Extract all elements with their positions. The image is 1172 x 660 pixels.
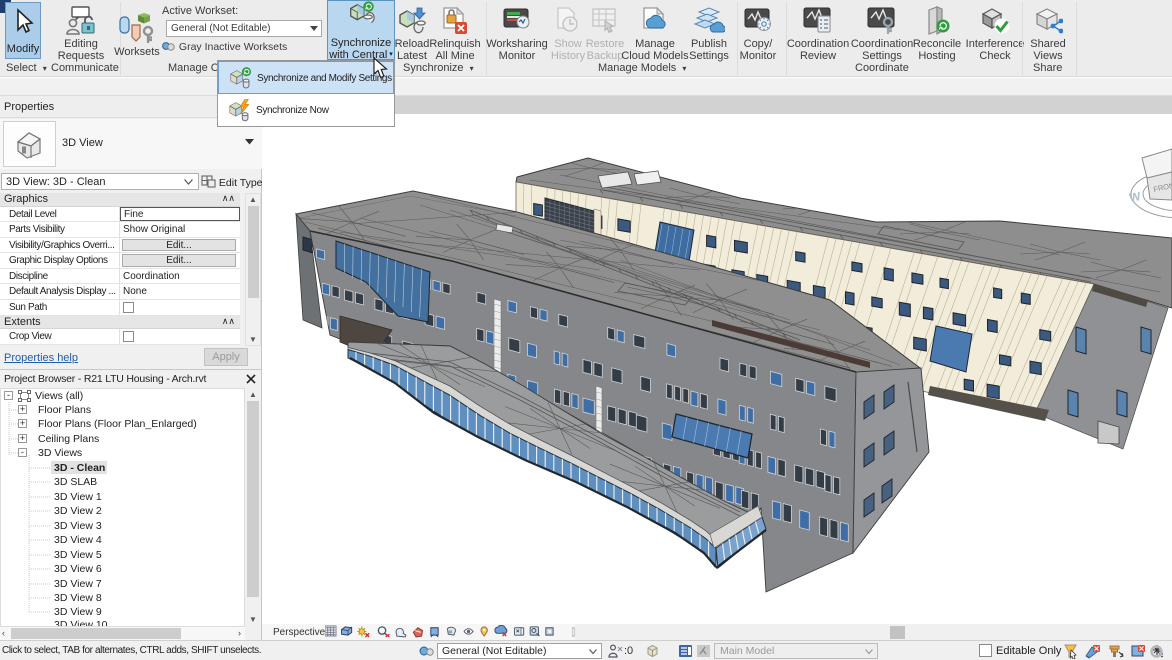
svg-text:W: W — [1128, 189, 1142, 205]
